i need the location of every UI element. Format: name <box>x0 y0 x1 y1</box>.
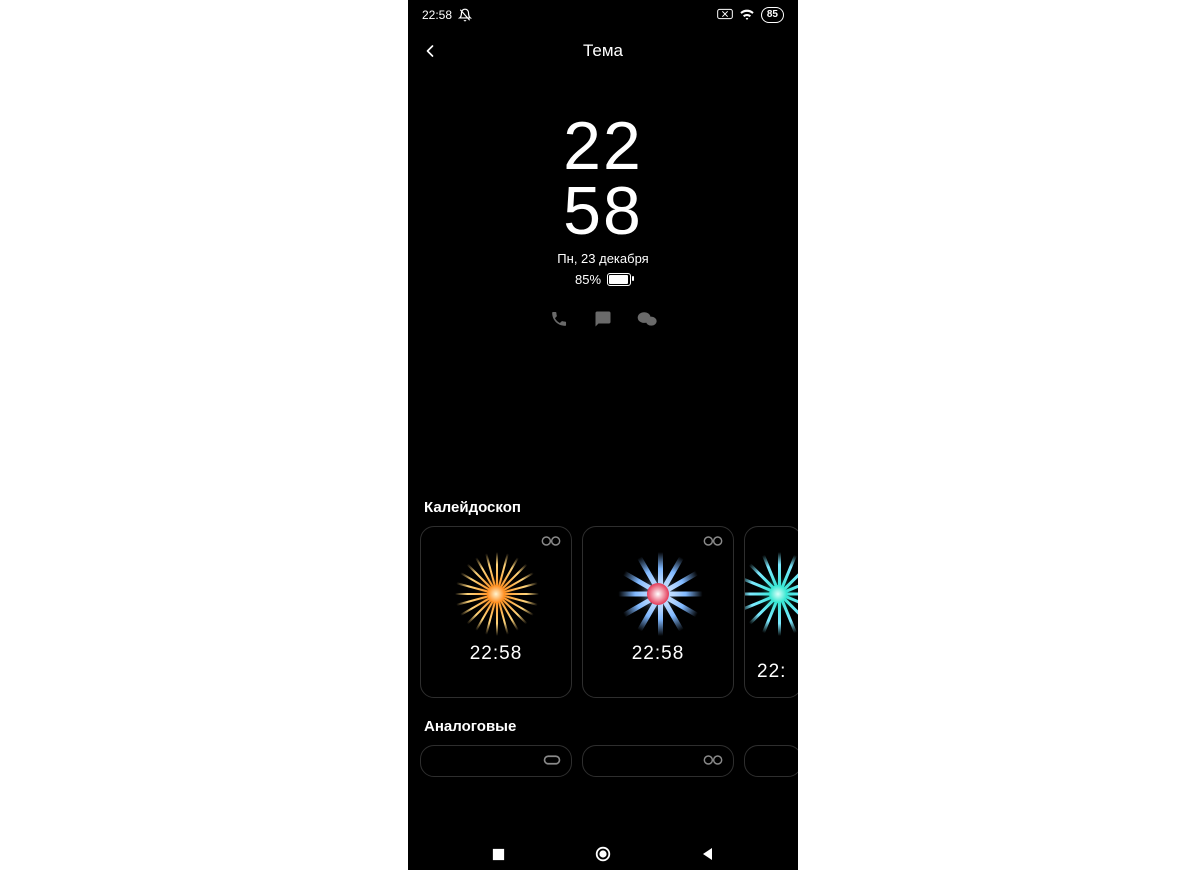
back-nav-button[interactable] <box>694 840 722 868</box>
loop-icon <box>541 535 561 547</box>
wifi-icon <box>739 8 755 23</box>
section-title: Аналоговые <box>420 718 786 735</box>
preview-minute: 58 <box>408 179 798 244</box>
single-slot-icon <box>543 754 561 766</box>
home-button[interactable] <box>589 840 617 868</box>
android-nav-bar <box>408 838 798 870</box>
recents-button[interactable] <box>485 840 513 868</box>
sim-disabled-icon <box>717 8 733 23</box>
status-bar: 22:58 <box>408 0 798 28</box>
dnd-icon <box>458 8 472 22</box>
loop-icon <box>703 754 723 766</box>
back-button[interactable] <box>418 39 442 63</box>
theme-card[interactable] <box>420 745 572 777</box>
theme-cards-row[interactable] <box>420 745 786 777</box>
battery-pill: 85 <box>761 7 784 23</box>
theme-card[interactable]: 22: <box>744 526 798 698</box>
preview-battery: 85% <box>575 272 631 287</box>
card-time: 22: <box>757 661 786 683</box>
card-time: 22:58 <box>632 643 685 665</box>
theme-cards-row[interactable]: /*placeholder*/ 22:58 22:58 <box>420 526 786 698</box>
phone-frame: 22: 58 <box>408 0 798 870</box>
card-time: 22:58 <box>470 643 523 665</box>
theme-card[interactable]: /*placeholder*/ 22:58 <box>420 526 572 698</box>
kaleidoscope-graphic <box>744 551 798 637</box>
status-time: 22:58 <box>422 8 452 22</box>
theme-card[interactable] <box>582 745 734 777</box>
notification-icons <box>408 309 798 329</box>
aod-preview: 22 58 Пн, 23 декабря 85% <box>408 74 798 329</box>
section-analog: Аналоговые <box>408 718 798 777</box>
kaleidoscope-graphic: /*placeholder*/ <box>453 551 539 637</box>
message-icon <box>593 309 613 329</box>
theme-card[interactable]: 22:58 <box>582 526 734 698</box>
section-kaleidoscope: Калейдоскоп /*placeholder*/ 22:58 <box>408 499 798 698</box>
kaleidoscope-graphic <box>615 551 701 637</box>
phone-icon <box>549 309 569 329</box>
theme-card[interactable] <box>744 745 798 777</box>
section-title: Калейдоскоп <box>420 499 786 516</box>
title-bar: Тема <box>408 28 798 74</box>
battery-icon <box>607 273 631 286</box>
page-title: Тема <box>583 41 623 61</box>
wechat-icon <box>637 309 657 329</box>
loop-icon <box>703 535 723 547</box>
preview-hour: 22 <box>408 114 798 179</box>
preview-date: Пн, 23 декабря <box>408 251 798 266</box>
